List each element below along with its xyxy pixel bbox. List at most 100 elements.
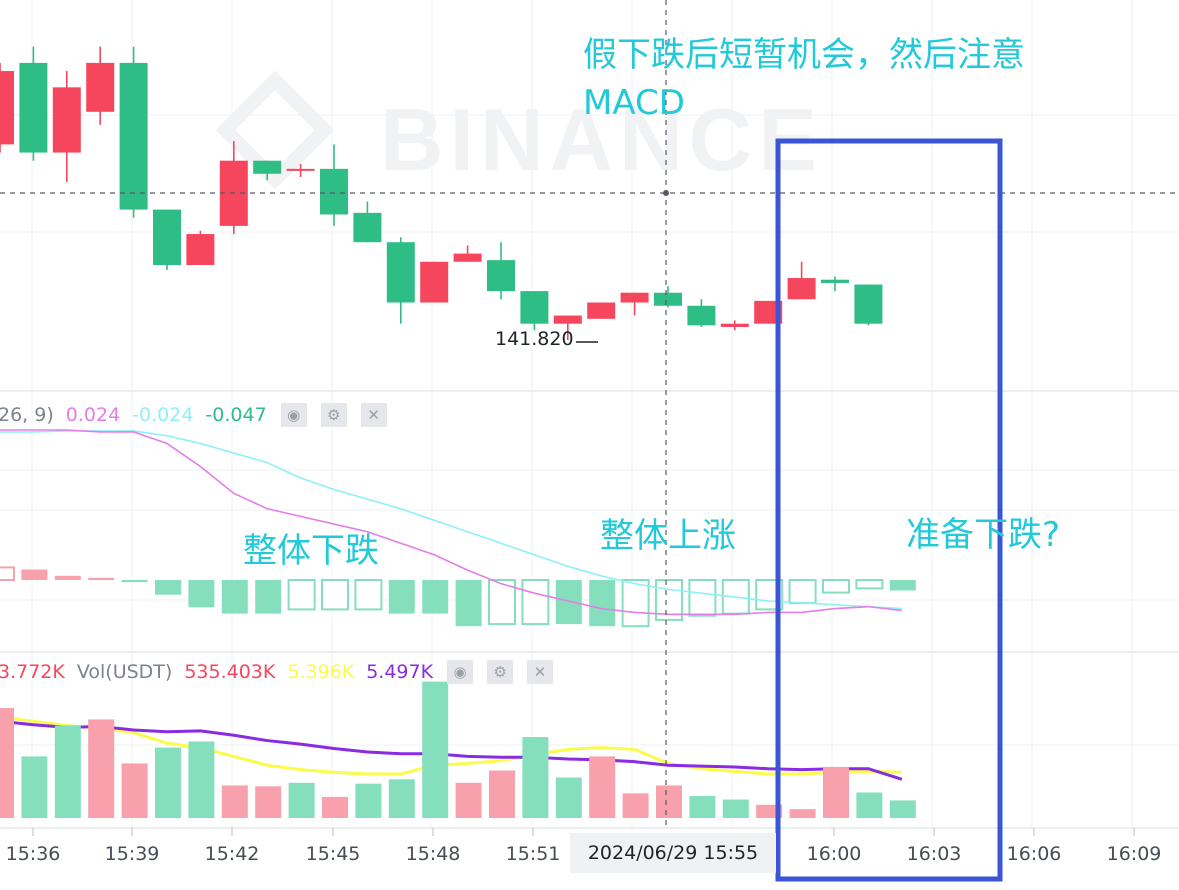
macd-histogram-bar	[688, 579, 717, 617]
candle-body	[153, 209, 181, 266]
macd-histogram-bar	[521, 579, 550, 626]
macd-histogram-bar	[21, 569, 48, 580]
volume-bar	[21, 756, 48, 818]
volume-bar	[823, 766, 849, 818]
macd-hist-value: -0.047	[205, 404, 267, 426]
chart-canvas[interactable]: BINANCE 15:36 15:39 15:42 15:45 15:48 15:51 16…	[0, 0, 1179, 890]
eye-icon[interactable]: ◉	[280, 403, 307, 427]
volume-bar	[455, 782, 482, 818]
macd-histogram-bar	[287, 579, 316, 611]
volume-bar	[889, 800, 916, 818]
macd-histogram-bar	[0, 566, 15, 582]
candle-body	[19, 62, 48, 153]
volume-legend-name: Vol(USDT)	[76, 661, 173, 683]
candle-body	[320, 168, 348, 215]
eye-icon[interactable]: ◉	[447, 660, 474, 684]
macd-histogram-bar	[422, 580, 449, 614]
volume-bar	[589, 756, 616, 818]
volume-bar	[0, 708, 14, 818]
macd-histogram-bar	[388, 580, 415, 614]
annotation-top-line2: MACD	[583, 83, 685, 123]
volume-bar	[155, 747, 181, 818]
annotation-prepare-down: 准备下跌?	[906, 515, 1061, 555]
x-tick-label: 15:42	[205, 843, 260, 865]
volume-bar	[54, 725, 81, 818]
candle-body	[353, 212, 382, 243]
volume-bar	[722, 799, 749, 818]
macd-dif-value: 0.024	[65, 404, 121, 426]
candle-body	[687, 305, 716, 326]
macd-histogram-bar	[321, 579, 349, 611]
close-icon[interactable]: ✕	[360, 403, 387, 427]
macd-histogram-bar	[855, 579, 884, 590]
volume-bar	[121, 763, 148, 818]
annotation-overall-up: 整体上涨	[600, 516, 736, 556]
macd-histogram-bar	[88, 577, 115, 580]
macd-histogram-bar	[221, 580, 248, 614]
x-tick-label: 16:09	[1107, 843, 1162, 865]
macd-histogram-bar	[589, 580, 616, 627]
volume-bar	[555, 777, 582, 818]
volume-bar	[255, 786, 282, 818]
volume-bar	[789, 809, 816, 818]
macd-histogram-bar	[155, 580, 181, 595]
x-tick-label: 15:51	[506, 843, 561, 865]
volume-bar	[422, 681, 449, 818]
candle-body	[587, 302, 616, 319]
volume-bar	[288, 782, 315, 818]
x-tick-label: 15:36	[6, 843, 61, 865]
volume-bar	[689, 796, 716, 818]
candle-body	[286, 168, 315, 171]
gear-icon[interactable]: ⚙	[320, 403, 347, 427]
macd-histogram-bar	[255, 580, 282, 614]
candle-body	[787, 278, 816, 300]
candle-body	[520, 291, 549, 324]
gear-icon[interactable]: ⚙	[487, 660, 514, 684]
candle-body	[119, 62, 148, 210]
volume-bar	[388, 779, 415, 818]
macd-histogram-bar	[822, 579, 850, 594]
macd-histogram-bar	[121, 580, 148, 583]
volume-bar	[856, 792, 883, 818]
macd-histogram-bar	[354, 579, 383, 611]
macd-histogram-bar	[621, 579, 650, 628]
x-tick-label: 16:00	[807, 843, 862, 865]
volume-first-value: 3.772K	[0, 661, 65, 683]
volume-bar	[656, 785, 682, 818]
candle-body	[86, 62, 115, 112]
candle-body	[52, 87, 81, 153]
x-tick-label: 16:06	[1007, 843, 1062, 865]
volume-bar	[188, 741, 215, 818]
macd-histogram-bar	[54, 575, 81, 580]
volume-bar	[522, 737, 549, 818]
low-price-label: 141.820	[495, 328, 574, 350]
candle-body	[487, 260, 515, 292]
candle-body	[253, 160, 282, 174]
x-tick-label: 15:48	[406, 843, 461, 865]
candle-body	[0, 71, 14, 145]
candle-body	[186, 234, 215, 266]
macd-params: 26, 9)	[0, 404, 54, 426]
volume-bar	[489, 770, 515, 818]
macd-histogram-bar	[555, 580, 582, 625]
candle-body	[654, 292, 682, 306]
macd-histogram-bar	[889, 580, 916, 591]
candle-body	[386, 242, 415, 303]
x-tick-label: 15:45	[306, 843, 361, 865]
volume-bar	[355, 783, 382, 818]
candle-body	[453, 253, 482, 262]
volume-ma-purple-value: 5.497K	[366, 661, 434, 683]
volume-bar	[221, 785, 248, 818]
macd-dea-value: -0.024	[132, 404, 194, 426]
volume-bar	[88, 719, 115, 818]
candle-body	[720, 323, 749, 327]
candle-body	[553, 315, 582, 324]
close-icon[interactable]: ✕	[527, 660, 554, 684]
candle-body	[854, 284, 883, 324]
volume-ma-yellow-value: 5.396K	[287, 661, 355, 683]
macd-histogram-bar	[788, 579, 817, 605]
volume-bar	[322, 796, 348, 818]
macd-legend: 26, 9) 0.024 -0.024 -0.047 ◉ ⚙ ✕	[0, 402, 387, 428]
x-tick-label: 16:03	[907, 843, 962, 865]
volume-bar	[622, 793, 649, 818]
